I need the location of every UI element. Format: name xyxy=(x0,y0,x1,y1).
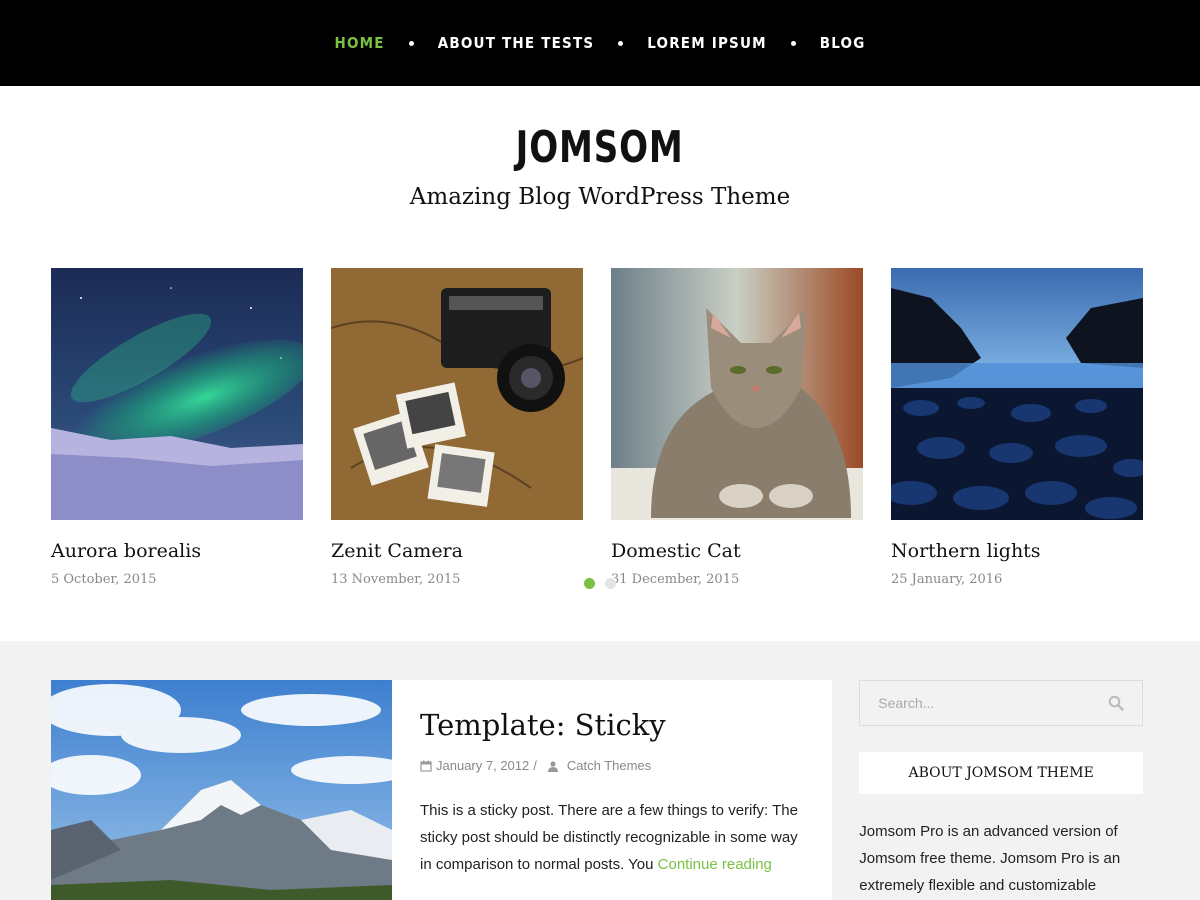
post-meta: January 7, 2012 / Catch Themes xyxy=(420,758,800,773)
main-content: Template: Sticky January 7, 2012 / Catch… xyxy=(0,641,1200,900)
slide-image-camera[interactable] xyxy=(331,268,583,520)
nav-separator xyxy=(618,40,624,46)
search-input[interactable] xyxy=(878,695,1108,711)
slider-pagination xyxy=(0,578,1200,589)
calendar-icon xyxy=(420,760,432,772)
widget-text: Jomsom Pro is an advanced version of Jom… xyxy=(859,823,1121,894)
slide-card: Domestic Cat 31 December, 2015 xyxy=(611,268,863,587)
post-title[interactable]: Template: Sticky xyxy=(420,708,800,742)
post-author[interactable]: Catch Themes xyxy=(567,758,651,773)
slide-card: Zenit Camera 13 November, 2015 xyxy=(331,268,583,587)
meta-separator: / xyxy=(533,758,537,773)
slide-card: Aurora borealis 5 October, 2015 xyxy=(51,268,303,587)
nav-item-about-the-tests[interactable]: ABOUT THE TESTS xyxy=(438,34,595,52)
slide-title[interactable]: Aurora borealis xyxy=(51,540,303,562)
top-navigation: HOME ABOUT THE TESTS LOREM IPSUM BLOG xyxy=(0,0,1200,86)
slide-title[interactable]: Zenit Camera xyxy=(331,540,583,562)
slide-card: Northern lights 25 January, 2016 xyxy=(891,268,1143,587)
nav-separator xyxy=(790,40,796,46)
slider-dot-1[interactable] xyxy=(584,578,595,589)
search-icon[interactable] xyxy=(1108,695,1124,711)
search-form xyxy=(859,680,1143,726)
post-body: Template: Sticky January 7, 2012 / Catch… xyxy=(392,680,828,900)
nav-item-home[interactable]: HOME xyxy=(335,34,385,52)
site-title[interactable]: JOMSOM xyxy=(516,86,684,170)
slide-title[interactable]: Northern lights xyxy=(891,540,1143,562)
featured-slider: Aurora borealis 5 October, 2015 Zenit Ca… xyxy=(0,238,1200,641)
slide-title[interactable]: Domestic Cat xyxy=(611,540,863,562)
slide-image-cat[interactable] xyxy=(611,268,863,520)
continue-reading-link[interactable]: Continue reading xyxy=(658,856,772,873)
slide-image-aurora[interactable] xyxy=(51,268,303,520)
sidebar: ABOUT JOMSOM THEME Jomsom Pro is an adva… xyxy=(859,680,1143,900)
slider-dot-2[interactable] xyxy=(605,578,616,589)
post-card: Template: Sticky January 7, 2012 / Catch… xyxy=(51,680,833,900)
nav-list: HOME ABOUT THE TESTS LOREM IPSUM BLOG xyxy=(335,34,866,52)
widget-title: ABOUT JOMSOM THEME xyxy=(859,752,1143,794)
nav-separator xyxy=(408,40,414,46)
slide-image-rocky-shore[interactable] xyxy=(891,268,1143,520)
post-thumbnail-mountain[interactable] xyxy=(51,680,392,900)
post-date[interactable]: January 7, 2012 xyxy=(436,758,529,773)
site-header: JOMSOM Amazing Blog WordPress Theme xyxy=(0,86,1200,238)
user-icon xyxy=(547,760,558,772)
site-tagline: Amazing Blog WordPress Theme xyxy=(409,184,791,210)
nav-item-lorem-ipsum[interactable]: LOREM IPSUM xyxy=(647,34,767,52)
post-excerpt: This is a sticky post. There are a few t… xyxy=(420,797,800,878)
nav-item-blog[interactable]: BLOG xyxy=(820,34,866,52)
